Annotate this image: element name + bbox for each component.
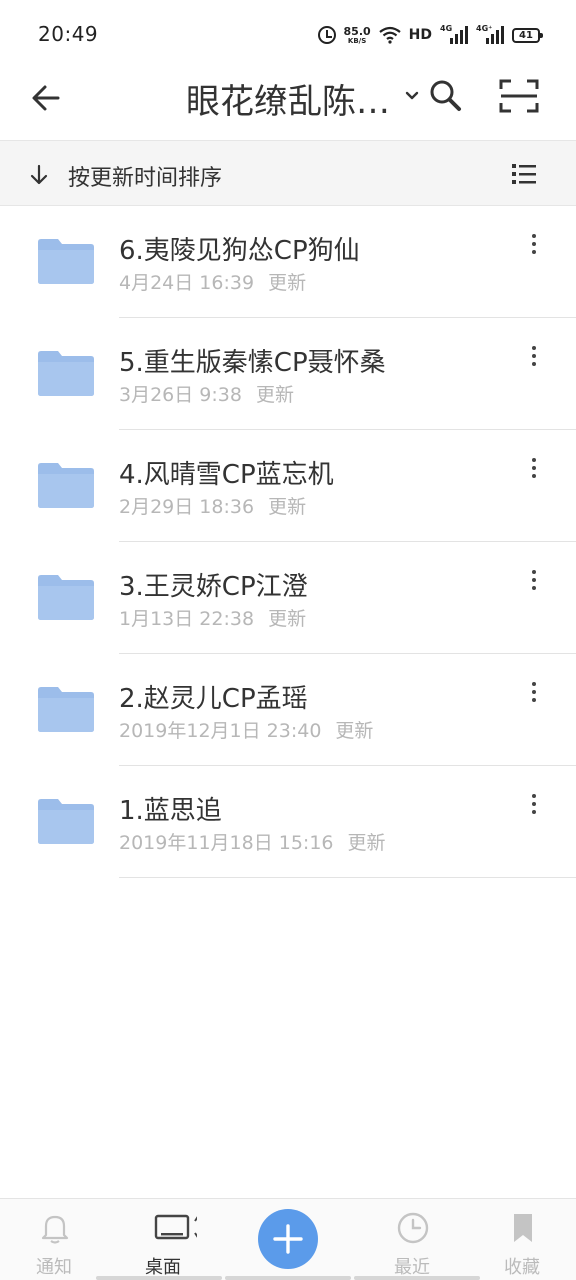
home-indicator (225, 1276, 351, 1280)
folder-meta: 3月26日 9:38 更新 (119, 380, 294, 407)
list-item[interactable]: 2.赵灵儿CP孟瑶 2019年12月1日 23:40 更新 (0, 654, 576, 766)
folder-status: 更新 (335, 720, 374, 742)
wifi-icon (378, 26, 401, 44)
folder-date: 2019年11月18日 15:16 (119, 832, 334, 854)
folder-date: 3月26日 9:38 (119, 384, 242, 406)
folder-date: 4月24日 16:39 (119, 272, 255, 294)
bell-icon (41, 1215, 69, 1244)
folder-icon (38, 687, 94, 732)
divider (119, 877, 576, 878)
folder-status: 更新 (268, 608, 307, 630)
list-item[interactable]: 6.夷陵见狗怂CP狗仙 4月24日 16:39 更新 (0, 206, 576, 318)
hd-badge: HD (408, 27, 432, 43)
folder-icon (38, 239, 94, 284)
folder-icon (38, 351, 94, 396)
network-speed-value: 85.0 (343, 24, 371, 38)
scan-icon[interactable] (498, 78, 540, 114)
network-speed: 85.0 KB/S (344, 26, 371, 45)
alarm-icon (317, 26, 336, 44)
list-view-icon[interactable] (510, 161, 538, 187)
folder-name: 5.重生版秦愫CP聂怀桑 (119, 348, 386, 378)
back-arrow-icon[interactable] (26, 78, 66, 118)
search-icon[interactable] (428, 78, 464, 114)
plus-icon (273, 1224, 303, 1254)
more-vertical-icon[interactable] (522, 344, 546, 368)
app-header: 眼花缭乱陈… (0, 66, 576, 140)
status-time: 20:49 (38, 22, 99, 46)
nav-item-recent[interactable]: 最近 (362, 1199, 462, 1280)
folder-status: 更新 (347, 832, 386, 854)
folder-name: 1.蓝思追 (119, 796, 222, 826)
folder-icon (38, 799, 94, 844)
folder-date: 2月29日 18:36 (119, 496, 255, 518)
sort-bar: 按更新时间排序 (0, 140, 576, 206)
bottom-nav: 通知 桌面 最近 收藏 (0, 1198, 576, 1280)
nav-item-notify[interactable]: 通知 (4, 1199, 104, 1280)
signal-label: 4G (440, 24, 453, 33)
folder-date: 2019年12月1日 23:40 (119, 720, 322, 742)
bookmark-icon (514, 1214, 532, 1242)
nav-item-desktop[interactable]: 桌面 (113, 1199, 213, 1280)
folder-icon (38, 463, 94, 508)
home-indicator (96, 1276, 222, 1280)
folder-name: 6.夷陵见狗怂CP狗仙 (119, 236, 360, 266)
status-icons: 85.0 KB/S HD 4G 4G⁺ 41 (317, 22, 543, 48)
nav-item-favorites[interactable]: 收藏 (472, 1199, 572, 1280)
more-vertical-icon[interactable] (522, 568, 546, 592)
signal-icon: 4G (440, 24, 468, 44)
folder-meta: 2019年12月1日 23:40 更新 (119, 716, 373, 743)
folder-name: 2.赵灵儿CP孟瑶 (119, 684, 308, 714)
sort-order-label[interactable]: 按更新时间排序 (68, 160, 222, 192)
more-vertical-icon[interactable] (522, 680, 546, 704)
list-item[interactable]: 4.风晴雪CP蓝忘机 2月29日 18:36 更新 (0, 430, 576, 542)
folder-name: 4.风晴雪CP蓝忘机 (119, 460, 334, 490)
list-item[interactable]: 3.王灵娇CP江澄 1月13日 22:38 更新 (0, 542, 576, 654)
more-vertical-icon[interactable] (522, 792, 546, 816)
chevron-down-icon[interactable] (402, 86, 422, 106)
page-title[interactable]: 眼花缭乱陈… (186, 74, 390, 123)
nav-label-favorites: 收藏 (504, 1257, 540, 1278)
folder-icon (38, 575, 94, 620)
list-item[interactable]: 5.重生版秦愫CP聂怀桑 3月26日 9:38 更新 (0, 318, 576, 430)
status-bar: 20:49 85.0 KB/S HD 4G 4G⁺ 41 (0, 0, 576, 66)
nav-label-notify: 通知 (36, 1257, 72, 1278)
folder-status: 更新 (255, 384, 294, 406)
home-indicator (354, 1276, 480, 1280)
signal-label-2: 4G⁺ (476, 24, 493, 33)
folder-list: 6.夷陵见狗怂CP狗仙 4月24日 16:39 更新 5.重生版秦愫CP聂怀桑 3… (0, 206, 576, 878)
more-vertical-icon[interactable] (522, 232, 546, 256)
list-item[interactable]: 1.蓝思追 2019年11月18日 15:16 更新 (0, 766, 576, 878)
battery-icon: 41 (512, 27, 543, 43)
folder-status: 更新 (268, 496, 307, 518)
add-button[interactable] (258, 1209, 318, 1269)
signal-icon-2: 4G⁺ (476, 24, 504, 44)
folder-date: 1月13日 22:38 (119, 608, 255, 630)
more-vertical-icon[interactable] (522, 456, 546, 480)
desktop-icon (154, 1214, 197, 1240)
clock-icon (397, 1212, 429, 1244)
folder-meta: 2月29日 18:36 更新 (119, 492, 306, 519)
folder-status: 更新 (268, 272, 307, 294)
folder-meta: 4月24日 16:39 更新 (119, 268, 306, 295)
folder-name: 3.王灵娇CP江澄 (119, 572, 308, 602)
network-speed-unit: KB/S (347, 36, 367, 45)
folder-meta: 1月13日 22:38 更新 (119, 604, 306, 631)
arrow-down-icon[interactable] (28, 163, 50, 187)
folder-meta: 2019年11月18日 15:16 更新 (119, 828, 386, 855)
